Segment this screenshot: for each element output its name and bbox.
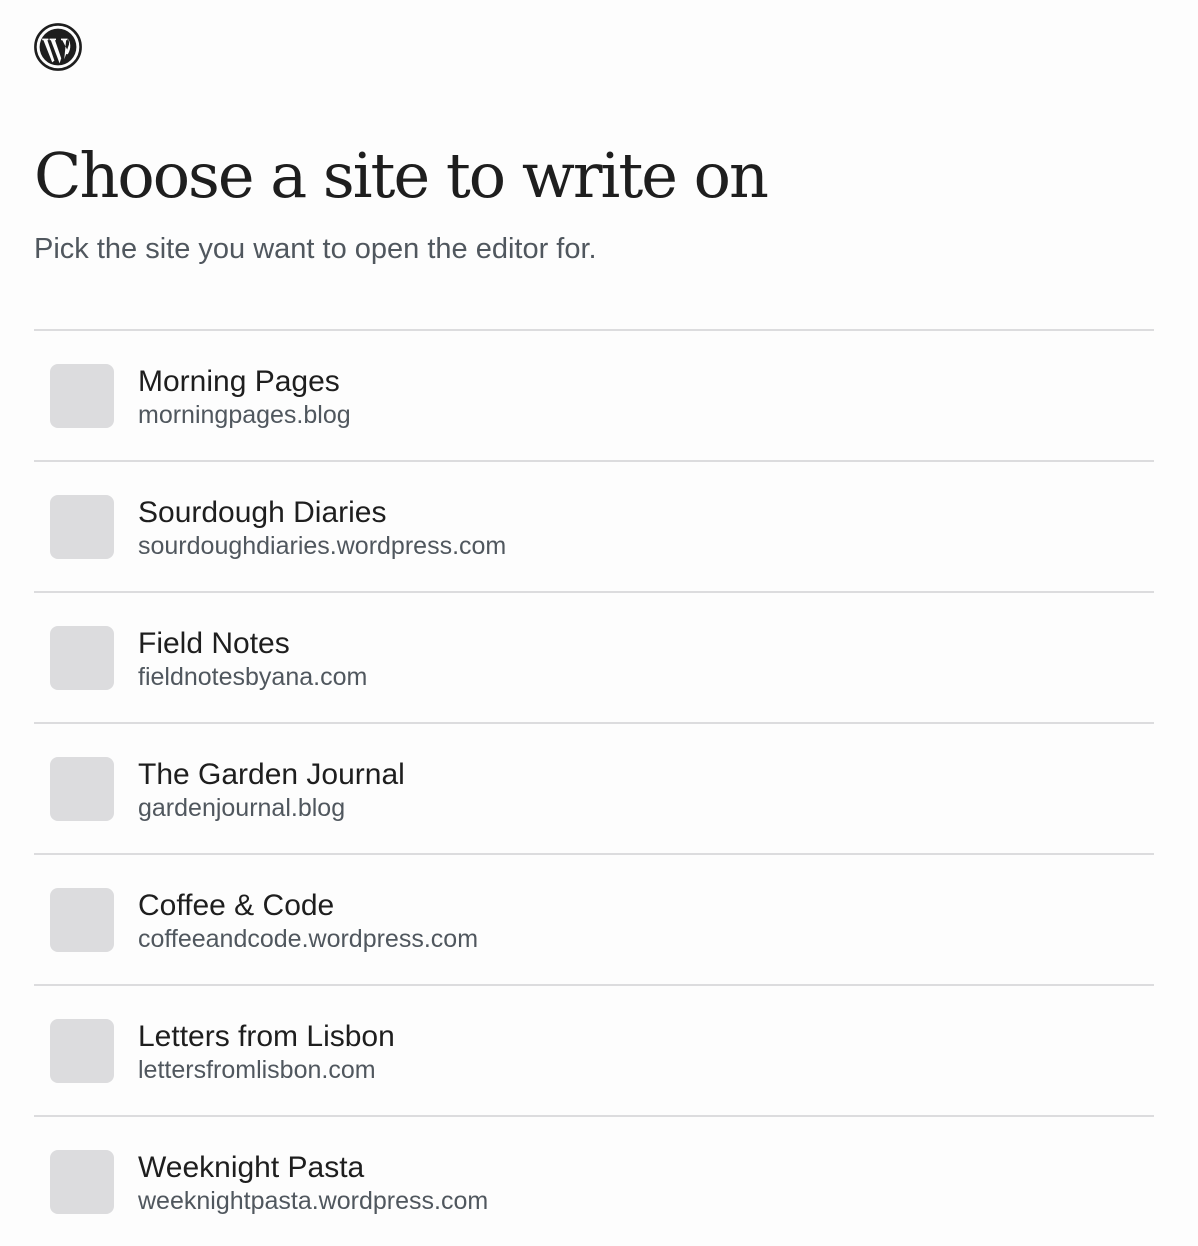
wordpress-logo-icon[interactable] [34,23,82,71]
site-icon-placeholder [50,888,114,952]
page-subtitle: Pick the site you want to open the edito… [34,233,597,265]
site-name: Sourdough Diaries [138,496,387,529]
site-name: The Garden Journal [138,758,405,791]
site-item-morning-pages[interactable]: Morning Pages morningpages.blog [34,331,1154,462]
site-name: Weeknight Pasta [138,1151,365,1184]
site-url: morningpages.blog [138,401,351,429]
page-title: Choose a site to write on [34,139,769,212]
site-item-weeknight-pasta[interactable]: Weeknight Pasta weeknightpasta.wordpress… [34,1117,1154,1246]
site-url: gardenjournal.blog [138,794,346,822]
site-icon-placeholder [50,495,114,559]
site-item-sourdough-diaries[interactable]: Sourdough Diaries sourdoughdiaries.wordp… [34,462,1154,593]
site-item-the-garden-journal[interactable]: The Garden Journal gardenjournal.blog [34,724,1154,855]
site-name: Coffee & Code [138,889,335,922]
site-item-field-notes[interactable]: Field Notes fieldnotesbyana.com [34,593,1154,724]
site-icon-placeholder [50,1019,114,1083]
site-item-coffee-and-code[interactable]: Coffee & Code coffeeandcode.wordpress.co… [34,855,1154,986]
site-list: Morning Pages morningpages.blog Sourdoug… [34,329,1154,1246]
site-url: sourdoughdiaries.wordpress.com [138,532,507,560]
site-item-letters-from-lisbon[interactable]: Letters from Lisbon lettersfromlisbon.co… [34,986,1154,1117]
site-name: Letters from Lisbon [138,1020,395,1053]
site-url: fieldnotesbyana.com [138,663,368,691]
site-icon-placeholder [50,364,114,428]
site-icon-placeholder [50,757,114,821]
site-url: weeknightpasta.wordpress.com [138,1187,489,1215]
site-name: Field Notes [138,627,290,660]
site-url: coffeeandcode.wordpress.com [138,925,479,953]
site-url: lettersfromlisbon.com [138,1056,376,1084]
site-icon-placeholder [50,1150,114,1214]
site-icon-placeholder [50,626,114,690]
site-name: Morning Pages [138,365,340,398]
